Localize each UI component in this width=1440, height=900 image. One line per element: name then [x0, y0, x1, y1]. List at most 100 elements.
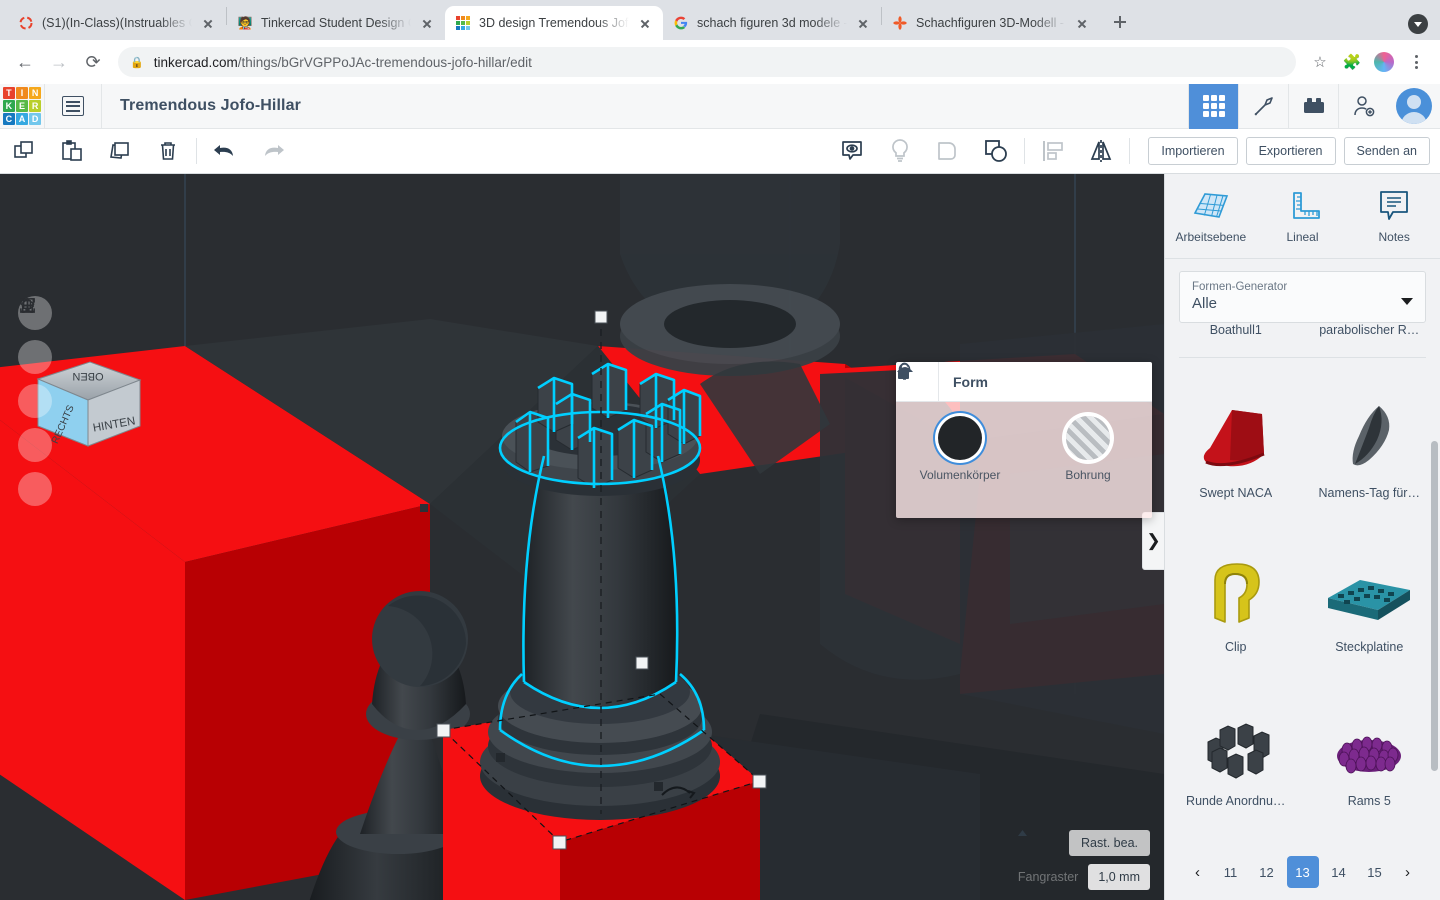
- export-button[interactable]: Exportieren: [1245, 137, 1336, 165]
- right-panel: Arbeitsebene Lineal Notes Formen-Generat…: [1164, 174, 1440, 900]
- url-path: /things/bGrVGPPoJAc-tremendous-jofo-hill…: [237, 54, 532, 70]
- pagination-page[interactable]: 11: [1215, 856, 1247, 888]
- pagination-page[interactable]: 15: [1359, 856, 1391, 888]
- browser-tab-title: Schachfiguren 3D-Modell - Tur: [916, 16, 1066, 30]
- snap-grid-select[interactable]: 1,0 mm: [1017, 830, 1150, 890]
- browser-tab[interactable]: schach figuren 3d modele - Go: [663, 6, 881, 40]
- shape-generator-select[interactable]: Formen-Generator Alle: [1179, 271, 1426, 323]
- extensions-icon[interactable]: 🧩: [1338, 48, 1366, 76]
- pagination-next[interactable]: ›: [1395, 856, 1421, 888]
- designs-list-button[interactable]: [45, 84, 101, 129]
- turbosquid-icon: [892, 15, 908, 31]
- shape-item[interactable]: parabolischer R…: [1303, 323, 1437, 357]
- right-panel-tools: Arbeitsebene Lineal Notes: [1165, 174, 1440, 259]
- snap-grid-row: Fangraster 1,0 mm: [1017, 830, 1150, 890]
- browser-tab[interactable]: Schachfiguren 3D-Modell - Tur: [882, 6, 1100, 40]
- shape-gallery[interactable]: Boathull1 parabolischer R… Swept NACA Na…: [1165, 323, 1440, 844]
- align-icon[interactable]: [1029, 129, 1077, 174]
- shape-item[interactable]: Steckplatine: [1303, 512, 1437, 666]
- ruler-tool[interactable]: Lineal: [1257, 174, 1349, 258]
- pagination-page[interactable]: 14: [1323, 856, 1355, 888]
- app-actions: Importieren Exportieren Senden an: [1134, 129, 1440, 174]
- close-icon[interactable]: [1074, 15, 1090, 31]
- visibility-icon[interactable]: [828, 129, 876, 174]
- form-solid-label: Volumenkörper: [919, 468, 1001, 482]
- close-icon[interactable]: [200, 15, 216, 31]
- shape-item[interactable]: Runde Anordnu…: [1169, 666, 1303, 820]
- browser-tab[interactable]: 🧑‍🏫 Tinkercad Student Design Con: [227, 6, 445, 40]
- shape-item[interactable]: Clip: [1169, 512, 1303, 666]
- page-title[interactable]: Tremendous Jofo-Hillar: [102, 97, 301, 115]
- tinkercad-logo[interactable]: T I N K E R C A D: [0, 84, 44, 128]
- chevron-down-icon[interactable]: [1401, 298, 1413, 305]
- undo-icon[interactable]: [201, 129, 249, 174]
- mirror-icon[interactable]: [1077, 129, 1125, 174]
- view-controls: [18, 296, 52, 506]
- shape-label: parabolischer R…: [1319, 323, 1420, 337]
- close-icon[interactable]: [637, 15, 653, 31]
- browser-profile-chip[interactable]: [1408, 14, 1428, 34]
- lightbulb-icon[interactable]: [876, 129, 924, 174]
- delete-icon[interactable]: [144, 129, 192, 174]
- pagination-page[interactable]: 12: [1251, 856, 1283, 888]
- close-icon[interactable]: [419, 15, 435, 31]
- forward-icon[interactable]: →: [44, 47, 74, 77]
- copy-icon[interactable]: [0, 129, 48, 174]
- shape-label: Runde Anordnu…: [1186, 794, 1286, 808]
- form-solid-option[interactable]: Volumenkörper: [896, 416, 1024, 518]
- close-icon[interactable]: [855, 15, 871, 31]
- notes-tool[interactable]: Notes: [1348, 174, 1440, 258]
- edit-grid-button[interactable]: Rast. bea.: [1069, 830, 1150, 856]
- clip-shape: [1213, 563, 1260, 623]
- address-bar[interactable]: 🔒 tinkercad.com/things/bGrVGPPoJAc-treme…: [118, 47, 1296, 77]
- divider: [1129, 138, 1131, 164]
- fit-to-view-icon[interactable]: [18, 298, 52, 374]
- browser-menu-icon[interactable]: [1402, 48, 1430, 76]
- grid-view-icon[interactable]: [1188, 83, 1238, 129]
- bookmark-star-icon[interactable]: ☆: [1306, 48, 1334, 76]
- viewcube-top-label: OBEN: [72, 370, 103, 382]
- ungroup-icon[interactable]: [972, 129, 1020, 174]
- zoom-in-icon[interactable]: [18, 299, 52, 418]
- logo-letter: N: [29, 87, 41, 99]
- new-tab-button[interactable]: [1106, 8, 1134, 36]
- breadboard-shape: [1328, 580, 1411, 620]
- browser-tab-active[interactable]: 3D design Tremendous Jofo-H: [445, 6, 663, 40]
- paste-icon[interactable]: [48, 129, 96, 174]
- 3d-canvas[interactable]: OBEN RECHTS HINTEN Form Volumenkörper Bo…: [0, 174, 1164, 900]
- send-to-button[interactable]: Senden an: [1343, 137, 1430, 165]
- pagination-page-current[interactable]: 13: [1286, 856, 1319, 888]
- minecraft-pickaxe-icon[interactable]: [1238, 83, 1288, 129]
- snap-controls: Rast. bea. Fangraster 1,0 mm: [1017, 830, 1150, 890]
- shape-item[interactable]: Rams 5: [1303, 666, 1437, 820]
- reload-icon[interactable]: ⟳: [78, 47, 108, 77]
- zoom-out-icon[interactable]: [18, 304, 52, 462]
- duplicate-icon[interactable]: [96, 129, 144, 174]
- form-panel-header: Form: [896, 362, 1152, 402]
- shape-item[interactable]: Swept NACA: [1169, 358, 1303, 512]
- hole-swatch[interactable]: [1066, 416, 1110, 460]
- solid-swatch[interactable]: [938, 416, 982, 460]
- lego-brick-icon[interactable]: [1288, 83, 1338, 129]
- avatar[interactable]: [1388, 84, 1440, 129]
- add-person-icon[interactable]: [1338, 83, 1388, 129]
- collapse-panel-button[interactable]: ❯: [1142, 512, 1164, 570]
- pagination-prev[interactable]: ‹: [1185, 856, 1211, 888]
- google-icon: [673, 15, 689, 31]
- import-button[interactable]: Importieren: [1148, 137, 1238, 165]
- shape-grid: Boathull1 parabolischer R… Swept NACA Na…: [1169, 323, 1436, 820]
- workplane-tool[interactable]: Arbeitsebene: [1165, 174, 1257, 258]
- redo-icon[interactable]: [249, 129, 297, 174]
- shape-gallery-scrollbar[interactable]: [1431, 441, 1438, 771]
- shape-item[interactable]: Namens-Tag für…: [1303, 358, 1437, 512]
- back-icon[interactable]: ←: [10, 47, 40, 77]
- avatar[interactable]: [1370, 48, 1398, 76]
- tabstrip-right: [1408, 14, 1440, 40]
- form-hole-option[interactable]: Bohrung: [1024, 416, 1152, 518]
- orthographic-toggle-icon[interactable]: [18, 298, 52, 506]
- group-icon[interactable]: [924, 129, 972, 174]
- shape-label: Steckplatine: [1335, 640, 1404, 654]
- snap-grid-value: 1,0 mm: [1098, 870, 1140, 884]
- browser-tab[interactable]: (S1)(In-Class)(Instruables Cont: [8, 6, 226, 40]
- shape-item[interactable]: Boathull1: [1169, 323, 1303, 357]
